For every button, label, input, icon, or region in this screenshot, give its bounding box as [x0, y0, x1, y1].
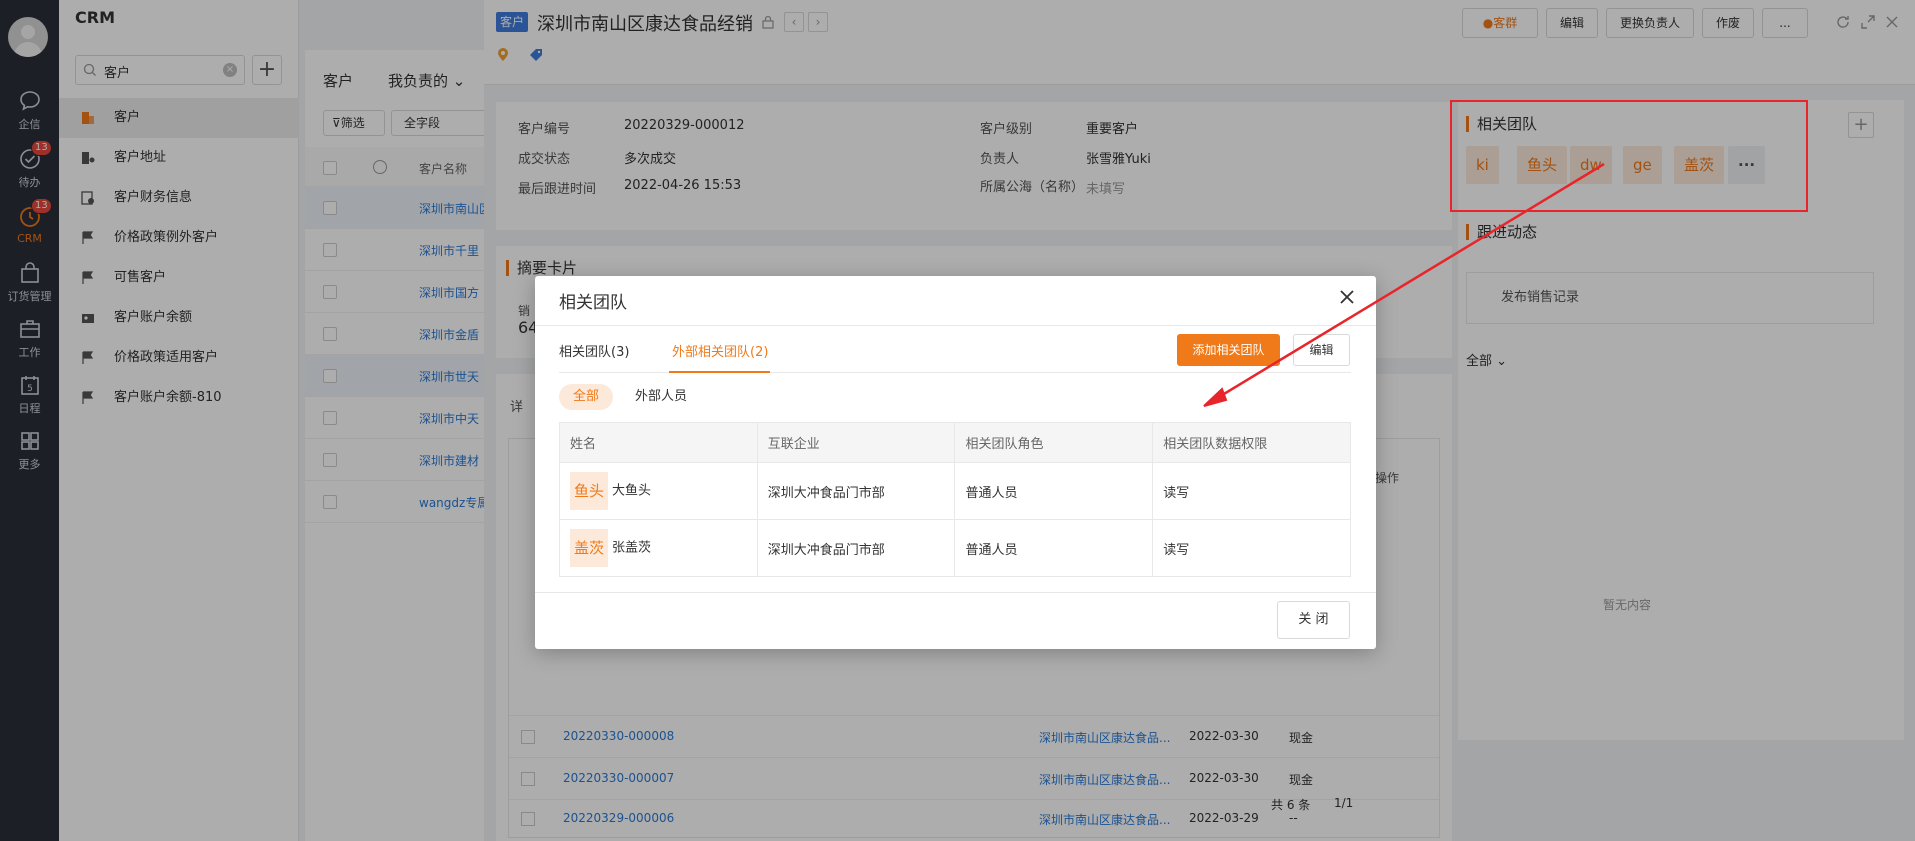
divider	[535, 325, 1376, 326]
dialog-title: 相关团队	[559, 293, 627, 313]
table-row[interactable]: 盖茨 张盖茨 深圳大冲食品门市部 普通人员 读写	[559, 519, 1351, 577]
org-cell: 深圳大冲食品门市部	[757, 519, 956, 577]
filter-all-pill[interactable]: 全部	[559, 384, 614, 410]
column-header: 互联企业	[757, 422, 956, 463]
related-team-dialog: 相关团队 相关团队(3) 外部相关团队(2) 添加相关团队 编辑 全部 外部人员…	[535, 276, 1376, 649]
add-related-team-button[interactable]: 添加相关团队	[1177, 334, 1280, 366]
member-name: 大鱼头	[612, 483, 652, 499]
active-tab-indicator	[669, 371, 770, 373]
external-team-table: 姓名 互联企业 相关团队角色 相关团队数据权限 鱼头 大鱼头 深圳大冲食品门市部 …	[559, 422, 1351, 577]
perm-cell: 读写	[1152, 462, 1351, 520]
column-header: 相关团队角色	[954, 422, 1154, 463]
table-row[interactable]: 鱼头 大鱼头 深圳大冲食品门市部 普通人员 读写	[559, 462, 1351, 520]
filter-external-pill[interactable]: 外部人员	[621, 384, 701, 410]
column-header: 相关团队数据权限	[1152, 422, 1351, 463]
role-cell: 普通人员	[954, 462, 1154, 520]
column-header: 姓名	[559, 422, 758, 463]
avatar: 鱼头	[570, 472, 609, 510]
name-cell: 盖茨 张盖茨	[559, 519, 758, 577]
close-dialog-button[interactable]: 关 闭	[1277, 601, 1350, 639]
table-header-row: 姓名 互联企业 相关团队角色 相关团队数据权限	[559, 422, 1351, 463]
role-cell: 普通人员	[954, 519, 1154, 577]
tab-external-team[interactable]: 外部相关团队(2)	[672, 341, 768, 360]
tab-related-team[interactable]: 相关团队(3)	[559, 341, 629, 360]
name-cell: 鱼头 大鱼头	[559, 462, 758, 520]
close-icon[interactable]	[1338, 288, 1356, 306]
avatar: 盖茨	[570, 529, 609, 567]
annotation-box	[1450, 100, 1808, 212]
perm-cell: 读写	[1152, 519, 1351, 577]
org-cell: 深圳大冲食品门市部	[757, 462, 956, 520]
footer-divider	[535, 592, 1376, 593]
member-name: 张盖茨	[612, 540, 652, 556]
edit-team-button[interactable]: 编辑	[1293, 334, 1350, 366]
